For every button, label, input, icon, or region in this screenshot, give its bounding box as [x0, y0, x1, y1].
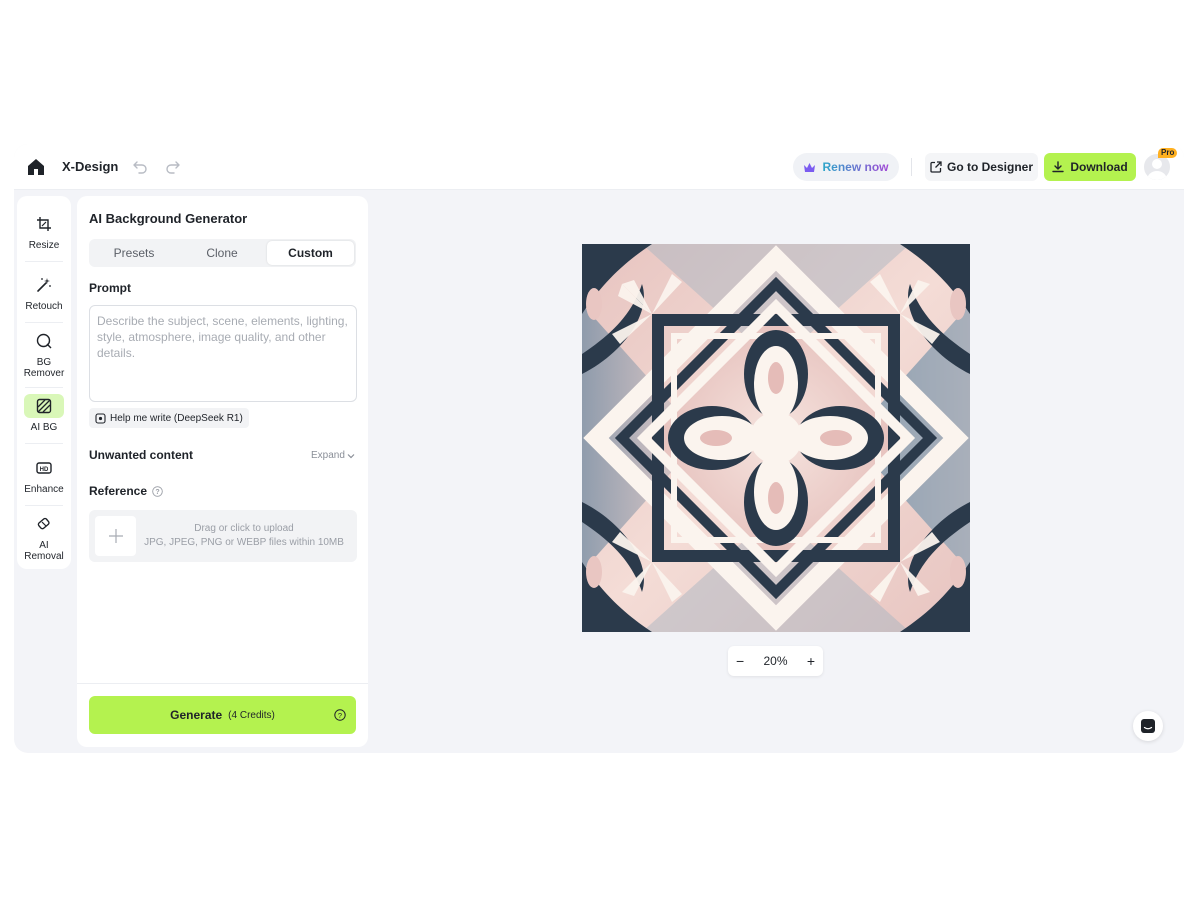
crop-icon [37, 217, 51, 231]
go-to-designer-label: Go to Designer [946, 160, 1033, 174]
rail-item-retouch[interactable]: Retouch [20, 273, 68, 312]
pro-badge: Pro [1158, 148, 1178, 158]
rail-item-enhance[interactable]: HD Enhance [20, 456, 68, 495]
bg-remover-icon [36, 333, 52, 349]
ai-sparkle-icon [95, 412, 106, 424]
help-icon[interactable]: ? [334, 709, 346, 721]
rail-item-label: AI Removal [24, 540, 64, 562]
app-window: X-Design Renew now Go to Designer Downlo… [14, 144, 1184, 753]
mode-tabs: Presets Clone Custom [89, 239, 356, 267]
hd-icon: HD [36, 462, 52, 474]
ai-bg-icon [36, 398, 52, 414]
reference-heading: Reference ? [89, 484, 163, 498]
rail-divider [25, 443, 63, 444]
panel-footer-divider [77, 683, 368, 684]
top-bar: X-Design Renew now Go to Designer Downlo… [14, 144, 1184, 190]
plus-icon [108, 529, 123, 543]
reference-label: Reference [89, 484, 148, 498]
rail-item-bg-remover[interactable]: BG Remover [20, 329, 68, 379]
rail-divider [25, 505, 63, 506]
home-icon[interactable] [26, 157, 46, 177]
rail-item-ai-bg[interactable]: AI BG [20, 394, 68, 433]
generator-panel: AI Background Generator Presets Clone Cu… [77, 196, 368, 747]
upload-plus-button[interactable] [95, 516, 136, 556]
svg-text:HD: HD [40, 467, 49, 473]
upload-instruction: Drag or click to upload [194, 523, 294, 534]
toolbar-divider [911, 158, 912, 176]
generated-image[interactable] [582, 244, 970, 632]
rail-item-ai-removal[interactable]: AI Removal [20, 512, 68, 562]
renew-now-label: Renew now [822, 160, 889, 174]
svg-text:?: ? [338, 711, 342, 720]
zoom-out-button[interactable]: − [736, 653, 744, 669]
eraser-icon [37, 517, 50, 530]
download-label: Download [1070, 160, 1128, 174]
redo-icon[interactable] [165, 159, 181, 175]
prompt-input[interactable] [89, 305, 357, 402]
zoom-in-button[interactable]: + [807, 653, 815, 669]
rail-item-label: Enhance [24, 484, 64, 495]
help-me-write-label: Help me write (DeepSeek R1) [110, 412, 243, 424]
zoom-control: − 20% + [728, 646, 823, 676]
zoom-level: 20% [763, 654, 788, 668]
rail-item-label: BG Remover [23, 357, 65, 379]
prompt-label: Prompt [89, 281, 131, 295]
crown-icon [804, 162, 816, 172]
go-to-designer-button[interactable]: Go to Designer [925, 153, 1038, 181]
rail-item-resize[interactable]: Resize [20, 212, 68, 251]
external-edit-icon [930, 161, 942, 173]
rail-divider [25, 261, 63, 262]
chevron-down-icon [347, 453, 355, 458]
chat-icon [1141, 719, 1155, 733]
rail-divider [25, 387, 63, 388]
tab-presets[interactable]: Presets [91, 241, 177, 265]
unwanted-content-label: Unwanted content [89, 448, 193, 462]
expand-label: Expand [311, 450, 345, 461]
brand-name: X-Design [62, 159, 119, 174]
help-icon[interactable]: ? [152, 485, 163, 497]
generate-credits: (4 Credits) [228, 709, 275, 721]
upload-file-types: JPG, JPEG, PNG or WEBP files within 10MB [144, 537, 344, 548]
generate-label: Generate [170, 708, 223, 722]
rail-divider [25, 322, 63, 323]
rail-item-label: Retouch [25, 301, 63, 312]
download-button[interactable]: Download [1044, 153, 1136, 181]
rail-item-label: Resize [28, 240, 60, 251]
support-chat-button[interactable] [1133, 711, 1163, 741]
expand-toggle[interactable]: Expand [311, 450, 355, 461]
download-icon [1052, 161, 1065, 173]
panel-title: AI Background Generator [89, 211, 248, 226]
renew-now-button[interactable]: Renew now [793, 153, 899, 181]
rail-item-label: AI BG [30, 422, 58, 433]
help-me-write-button[interactable]: Help me write (DeepSeek R1) [89, 408, 249, 428]
svg-text:?: ? [155, 489, 159, 496]
tool-rail: Resize Retouch BG Remover AI BG HD Enhan… [17, 196, 71, 569]
undo-icon[interactable] [132, 159, 148, 175]
magic-wand-icon [37, 278, 51, 292]
generate-button[interactable]: Generate (4 Credits) ? [89, 696, 356, 734]
reference-upload-zone[interactable]: Drag or click to upload JPG, JPEG, PNG o… [89, 510, 357, 562]
tab-clone[interactable]: Clone [179, 241, 265, 265]
tab-custom[interactable]: Custom [267, 241, 354, 265]
